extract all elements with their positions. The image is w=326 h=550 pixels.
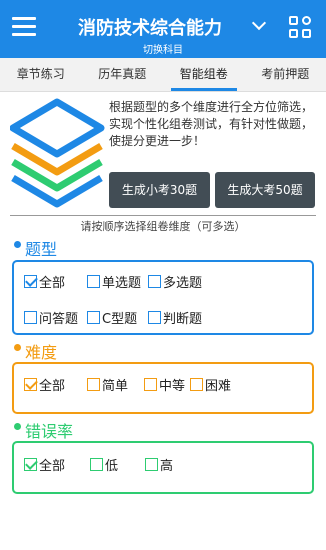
selection-hint: 请按顺序选择组卷维度（可多选）	[80, 220, 246, 233]
option-multiple-choice[interactable]: 多选题	[148, 272, 202, 291]
option-c-type[interactable]: C型题	[87, 308, 137, 327]
checkbox-icon[interactable]	[87, 311, 100, 324]
error-rate-box: 全部 低 高	[12, 441, 314, 494]
option-type-all[interactable]: 全部	[24, 272, 65, 291]
option-short-answer[interactable]: 问答题	[24, 308, 78, 327]
checkbox-icon[interactable]	[145, 458, 158, 471]
checkbox-checked-icon[interactable]	[24, 458, 37, 471]
tab-past-exams[interactable]: 历年真题	[82, 58, 164, 91]
checkbox-icon[interactable]	[87, 275, 100, 288]
difficulty-box: 全部 简单 中等 困难	[12, 362, 314, 414]
divider	[10, 215, 316, 216]
section-title-error-rate: 错误率	[14, 418, 73, 442]
section-title-question-type: 题型	[14, 236, 57, 260]
checkbox-icon[interactable]	[90, 458, 103, 471]
question-type-box: 全部 单选题 多选题 问答题 C型题 判断题	[12, 260, 314, 335]
checkbox-icon[interactable]	[148, 311, 161, 324]
bullet-dot-icon	[14, 241, 21, 248]
switch-subject-link[interactable]: 切换科目	[0, 41, 326, 56]
option-error-rate-all[interactable]: 全部	[24, 455, 65, 474]
bullet-dot-icon	[14, 423, 21, 430]
grid-apps-icon[interactable]	[289, 16, 313, 40]
chevron-down-icon[interactable]	[251, 15, 267, 31]
subject-title[interactable]: 消防技术综合能力	[78, 14, 222, 40]
generate-small-exam-button[interactable]: 生成小考30题	[109, 172, 210, 208]
generate-big-exam-button[interactable]: 生成大考50题	[215, 172, 315, 208]
feature-description: 根据题型的多个维度进行全方位筛选，实现个性化组卷测试，有针对性做题，使提分更进一…	[109, 100, 314, 148]
option-difficulty-hard[interactable]: 困难	[190, 375, 231, 394]
bullet-dot-icon	[14, 344, 21, 351]
option-error-rate-low[interactable]: 低	[90, 455, 118, 474]
checkbox-icon[interactable]	[87, 378, 100, 391]
tab-bar: 章节练习 历年真题 智能组卷 考前押题	[0, 58, 326, 92]
checkbox-icon[interactable]	[148, 275, 161, 288]
section-title-difficulty: 难度	[14, 339, 57, 363]
checkbox-icon[interactable]	[24, 311, 37, 324]
checkbox-icon[interactable]	[144, 378, 157, 391]
tab-chapter-practice[interactable]: 章节练习	[0, 58, 82, 91]
checkbox-icon[interactable]	[190, 378, 203, 391]
option-difficulty-medium[interactable]: 中等	[144, 375, 185, 394]
option-true-false[interactable]: 判断题	[148, 308, 202, 327]
option-difficulty-all[interactable]: 全部	[24, 375, 65, 394]
hamburger-menu-icon[interactable]	[12, 17, 36, 37]
option-single-choice[interactable]: 单选题	[87, 272, 141, 291]
option-difficulty-easy[interactable]: 简单	[87, 375, 128, 394]
tab-smart-paper[interactable]: 智能组卷	[163, 58, 245, 91]
option-error-rate-high[interactable]: 高	[145, 455, 173, 474]
layers-logo-icon	[10, 98, 105, 208]
checkbox-checked-icon[interactable]	[24, 275, 37, 288]
checkbox-checked-icon[interactable]	[24, 378, 37, 391]
app-header: 消防技术综合能力 切换科目	[0, 0, 326, 58]
tab-pre-exam-predictions[interactable]: 考前押题	[245, 58, 326, 91]
